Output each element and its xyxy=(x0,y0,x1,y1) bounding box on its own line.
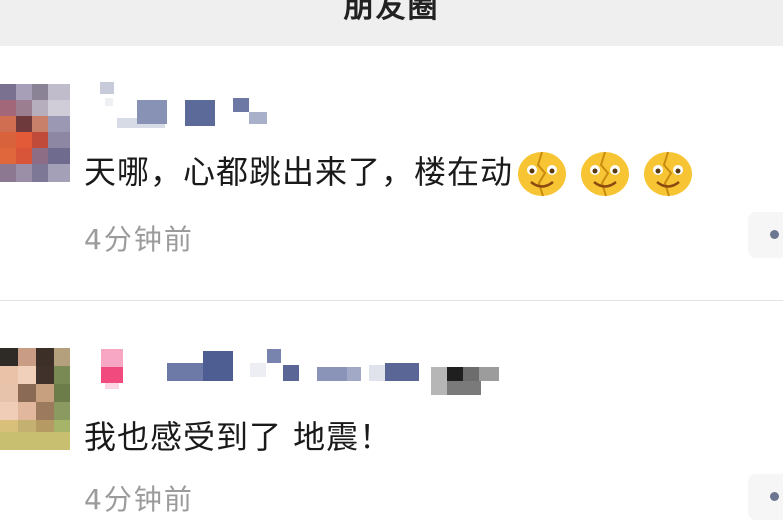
username-blurred[interactable] xyxy=(95,345,515,395)
comment-text: 天哪，心都跳出来了，楼在动 xyxy=(84,147,693,197)
cracked-face-emoji-icon xyxy=(644,151,693,197)
avatar-mosaic xyxy=(0,348,70,450)
page-title: 朋友圈 xyxy=(343,0,440,25)
comment-time: 4分钟前 xyxy=(84,483,194,516)
comment-time: 4分钟前 xyxy=(84,223,194,256)
avatar[interactable] xyxy=(0,348,70,450)
more-dots-icon xyxy=(770,230,779,239)
avatar[interactable] xyxy=(0,84,70,182)
cracked-face-emoji-icon xyxy=(518,151,567,197)
more-button[interactable] xyxy=(748,474,783,520)
divider xyxy=(0,300,783,301)
comment-text: 我也感受到了 地震！ xyxy=(84,418,393,456)
avatar-mosaic xyxy=(0,84,70,182)
more-dots-icon xyxy=(770,492,779,501)
more-button[interactable] xyxy=(748,212,783,258)
username-blurred[interactable] xyxy=(85,80,285,130)
cracked-face-emoji-icon xyxy=(581,151,630,197)
top-bar: 朋友圈 xyxy=(0,0,783,46)
